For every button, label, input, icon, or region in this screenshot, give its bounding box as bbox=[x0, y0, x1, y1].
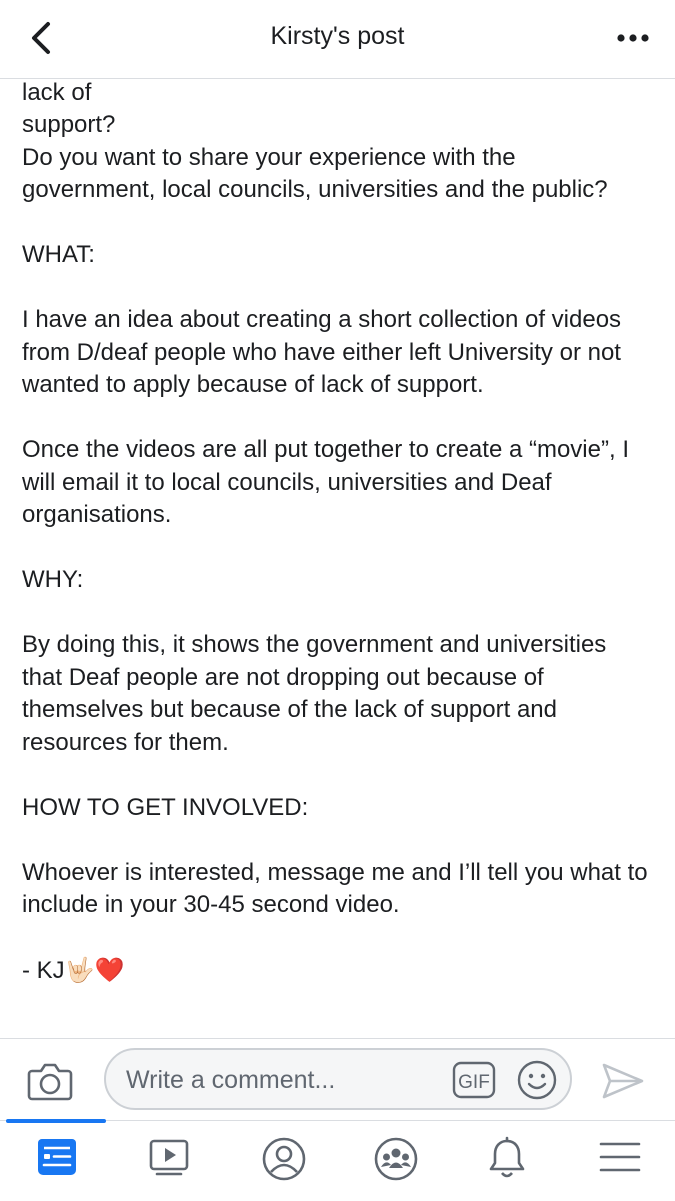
post-signoff: - KJ🤟🏻❤️ bbox=[22, 954, 652, 988]
page-title: Kirsty's post bbox=[270, 22, 405, 50]
emoji-button[interactable] bbox=[516, 1059, 558, 1101]
tab-groups[interactable] bbox=[337, 1121, 449, 1201]
comment-composer: GIF bbox=[0, 1038, 675, 1121]
section-heading-why: WHY: bbox=[22, 566, 84, 593]
tab-watch[interactable] bbox=[112, 1121, 224, 1201]
tab-notifications[interactable] bbox=[450, 1121, 562, 1201]
camera-icon bbox=[27, 1063, 73, 1101]
more-options-button[interactable] bbox=[613, 24, 653, 52]
tab-news-feed[interactable] bbox=[0, 1119, 112, 1201]
profile-icon bbox=[262, 1137, 306, 1181]
camera-button[interactable] bbox=[26, 1059, 74, 1103]
post-content: Are you someone who has left or not appl… bbox=[22, 79, 652, 1039]
post-paragraph: By doing this, it shows the government a… bbox=[22, 631, 607, 756]
post-header: Kirsty's post bbox=[0, 0, 675, 79]
post-body: Are you someone who has left or not appl… bbox=[22, 79, 652, 988]
send-arrow-icon bbox=[602, 1063, 644, 1099]
post-paragraph: I have an idea about creating a short co… bbox=[22, 306, 622, 398]
section-heading-what: WHAT: bbox=[22, 241, 95, 268]
signoff-text: - KJ bbox=[22, 957, 65, 984]
tab-menu[interactable] bbox=[562, 1121, 674, 1201]
post-text-partial-line: Are you someone who has left or not appl… bbox=[22, 79, 92, 106]
section-heading-how-to-get-involved: HOW TO GET INVOLVED: bbox=[22, 793, 309, 821]
comment-input-container: GIF bbox=[104, 1048, 572, 1110]
love-you-hand-emoji: 🤟🏻 bbox=[64, 956, 95, 984]
tab-profile[interactable] bbox=[225, 1121, 337, 1201]
gif-button[interactable]: GIF bbox=[452, 1061, 496, 1099]
send-button[interactable] bbox=[598, 1059, 646, 1103]
bottom-tab-bar bbox=[0, 1119, 675, 1201]
news-feed-icon bbox=[38, 1139, 76, 1175]
red-heart-emoji: ❤️ bbox=[94, 956, 125, 984]
active-tab-indicator bbox=[6, 1119, 106, 1123]
more-dots-icon bbox=[617, 34, 649, 42]
video-icon bbox=[149, 1139, 189, 1176]
bell-icon bbox=[489, 1136, 525, 1178]
gif-icon: GIF bbox=[452, 1061, 496, 1099]
smiley-icon bbox=[517, 1060, 557, 1100]
groups-icon bbox=[374, 1137, 418, 1181]
post-paragraph: Whoever is interested, message me and I’… bbox=[22, 858, 648, 919]
hamburger-menu-icon bbox=[599, 1142, 641, 1172]
post-paragraph: support? Do you want to share your exper… bbox=[22, 111, 608, 203]
comment-input[interactable] bbox=[126, 1062, 436, 1098]
gif-label: GIF bbox=[458, 1072, 490, 1093]
post-paragraph: Once the videos are all put together to … bbox=[22, 436, 629, 528]
